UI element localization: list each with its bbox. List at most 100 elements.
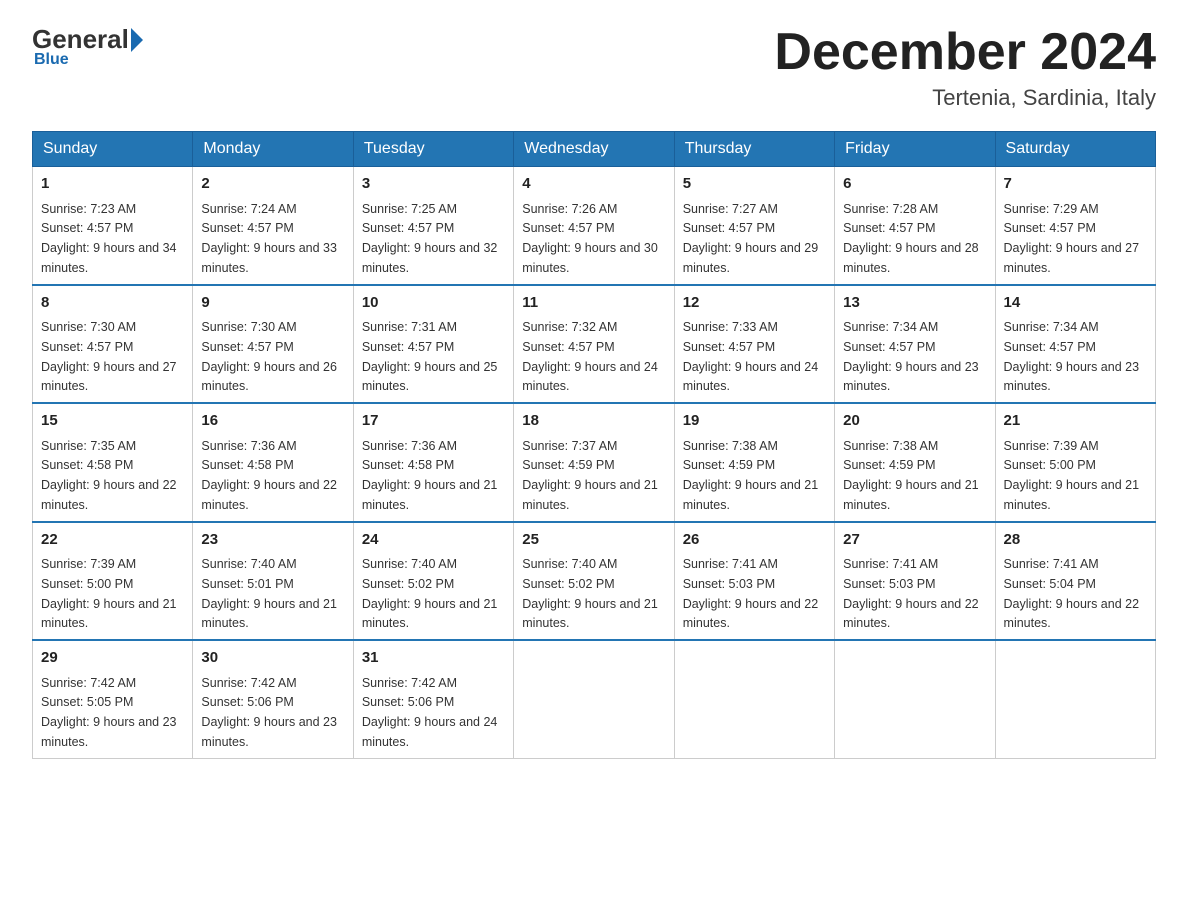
day-info: Sunrise: 7:33 AMSunset: 4:57 PMDaylight:…: [683, 320, 819, 393]
day-number: 25: [522, 529, 665, 552]
day-number: 26: [683, 529, 826, 552]
day-number: 22: [41, 529, 184, 552]
calendar-cell: 19 Sunrise: 7:38 AMSunset: 4:59 PMDaylig…: [674, 403, 834, 522]
day-info: Sunrise: 7:28 AMSunset: 4:57 PMDaylight:…: [843, 202, 979, 275]
day-info: Sunrise: 7:41 AMSunset: 5:04 PMDaylight:…: [1004, 557, 1140, 630]
day-info: Sunrise: 7:31 AMSunset: 4:57 PMDaylight:…: [362, 320, 498, 393]
weekday-header-sunday: Sunday: [33, 132, 193, 167]
calendar-cell: 11 Sunrise: 7:32 AMSunset: 4:57 PMDaylig…: [514, 285, 674, 404]
calendar-cell: 1 Sunrise: 7:23 AMSunset: 4:57 PMDayligh…: [33, 167, 193, 285]
day-number: 18: [522, 410, 665, 433]
calendar-cell: 4 Sunrise: 7:26 AMSunset: 4:57 PMDayligh…: [514, 167, 674, 285]
day-info: Sunrise: 7:37 AMSunset: 4:59 PMDaylight:…: [522, 439, 658, 512]
day-info: Sunrise: 7:42 AMSunset: 5:05 PMDaylight:…: [41, 676, 177, 749]
day-number: 11: [522, 292, 665, 315]
location-subtitle: Tertenia, Sardinia, Italy: [774, 85, 1156, 111]
calendar-cell: 27 Sunrise: 7:41 AMSunset: 5:03 PMDaylig…: [835, 522, 995, 641]
weekday-header-friday: Friday: [835, 132, 995, 167]
day-info: Sunrise: 7:36 AMSunset: 4:58 PMDaylight:…: [362, 439, 498, 512]
day-info: Sunrise: 7:30 AMSunset: 4:57 PMDaylight:…: [41, 320, 177, 393]
weekday-header-wednesday: Wednesday: [514, 132, 674, 167]
calendar-cell: 28 Sunrise: 7:41 AMSunset: 5:04 PMDaylig…: [995, 522, 1155, 641]
calendar-cell: 13 Sunrise: 7:34 AMSunset: 4:57 PMDaylig…: [835, 285, 995, 404]
day-number: 28: [1004, 529, 1147, 552]
calendar-cell: 8 Sunrise: 7:30 AMSunset: 4:57 PMDayligh…: [33, 285, 193, 404]
day-info: Sunrise: 7:24 AMSunset: 4:57 PMDaylight:…: [201, 202, 337, 275]
calendar-cell: 21 Sunrise: 7:39 AMSunset: 5:00 PMDaylig…: [995, 403, 1155, 522]
day-info: Sunrise: 7:38 AMSunset: 4:59 PMDaylight:…: [843, 439, 979, 512]
calendar-week-5: 29 Sunrise: 7:42 AMSunset: 5:05 PMDaylig…: [33, 640, 1156, 758]
day-info: Sunrise: 7:36 AMSunset: 4:58 PMDaylight:…: [201, 439, 337, 512]
day-info: Sunrise: 7:34 AMSunset: 4:57 PMDaylight:…: [1004, 320, 1140, 393]
calendar-header: SundayMondayTuesdayWednesdayThursdayFrid…: [33, 132, 1156, 167]
title-block: December 2024 Tertenia, Sardinia, Italy: [774, 24, 1156, 111]
calendar-week-1: 1 Sunrise: 7:23 AMSunset: 4:57 PMDayligh…: [33, 167, 1156, 285]
weekday-header-monday: Monday: [193, 132, 353, 167]
day-info: Sunrise: 7:40 AMSunset: 5:02 PMDaylight:…: [362, 557, 498, 630]
calendar-body: 1 Sunrise: 7:23 AMSunset: 4:57 PMDayligh…: [33, 167, 1156, 759]
day-info: Sunrise: 7:27 AMSunset: 4:57 PMDaylight:…: [683, 202, 819, 275]
calendar-cell: 15 Sunrise: 7:35 AMSunset: 4:58 PMDaylig…: [33, 403, 193, 522]
calendar-cell: [514, 640, 674, 758]
logo-arrow-icon: [131, 28, 143, 52]
day-number: 15: [41, 410, 184, 433]
day-number: 17: [362, 410, 505, 433]
day-number: 29: [41, 647, 184, 670]
calendar-cell: 30 Sunrise: 7:42 AMSunset: 5:06 PMDaylig…: [193, 640, 353, 758]
day-info: Sunrise: 7:26 AMSunset: 4:57 PMDaylight:…: [522, 202, 658, 275]
day-number: 9: [201, 292, 344, 315]
weekday-header-saturday: Saturday: [995, 132, 1155, 167]
day-number: 16: [201, 410, 344, 433]
day-info: Sunrise: 7:32 AMSunset: 4:57 PMDaylight:…: [522, 320, 658, 393]
calendar-cell: 9 Sunrise: 7:30 AMSunset: 4:57 PMDayligh…: [193, 285, 353, 404]
calendar-cell: 23 Sunrise: 7:40 AMSunset: 5:01 PMDaylig…: [193, 522, 353, 641]
day-info: Sunrise: 7:39 AMSunset: 5:00 PMDaylight:…: [1004, 439, 1140, 512]
calendar-week-4: 22 Sunrise: 7:39 AMSunset: 5:00 PMDaylig…: [33, 522, 1156, 641]
calendar-cell: 29 Sunrise: 7:42 AMSunset: 5:05 PMDaylig…: [33, 640, 193, 758]
calendar-week-2: 8 Sunrise: 7:30 AMSunset: 4:57 PMDayligh…: [33, 285, 1156, 404]
page-title: December 2024: [774, 24, 1156, 81]
day-number: 2: [201, 173, 344, 196]
calendar-cell: 25 Sunrise: 7:40 AMSunset: 5:02 PMDaylig…: [514, 522, 674, 641]
day-info: Sunrise: 7:42 AMSunset: 5:06 PMDaylight:…: [201, 676, 337, 749]
calendar-cell: 12 Sunrise: 7:33 AMSunset: 4:57 PMDaylig…: [674, 285, 834, 404]
calendar-cell: 17 Sunrise: 7:36 AMSunset: 4:58 PMDaylig…: [353, 403, 513, 522]
calendar-cell: 31 Sunrise: 7:42 AMSunset: 5:06 PMDaylig…: [353, 640, 513, 758]
day-info: Sunrise: 7:29 AMSunset: 4:57 PMDaylight:…: [1004, 202, 1140, 275]
day-number: 5: [683, 173, 826, 196]
day-info: Sunrise: 7:40 AMSunset: 5:01 PMDaylight:…: [201, 557, 337, 630]
calendar-cell: 14 Sunrise: 7:34 AMSunset: 4:57 PMDaylig…: [995, 285, 1155, 404]
day-number: 3: [362, 173, 505, 196]
day-number: 21: [1004, 410, 1147, 433]
calendar-cell: 26 Sunrise: 7:41 AMSunset: 5:03 PMDaylig…: [674, 522, 834, 641]
day-number: 4: [522, 173, 665, 196]
calendar-cell: [674, 640, 834, 758]
calendar-cell: [995, 640, 1155, 758]
day-info: Sunrise: 7:39 AMSunset: 5:00 PMDaylight:…: [41, 557, 177, 630]
calendar-cell: 6 Sunrise: 7:28 AMSunset: 4:57 PMDayligh…: [835, 167, 995, 285]
calendar-cell: 20 Sunrise: 7:38 AMSunset: 4:59 PMDaylig…: [835, 403, 995, 522]
calendar-table: SundayMondayTuesdayWednesdayThursdayFrid…: [32, 131, 1156, 759]
day-number: 1: [41, 173, 184, 196]
day-number: 27: [843, 529, 986, 552]
day-info: Sunrise: 7:41 AMSunset: 5:03 PMDaylight:…: [843, 557, 979, 630]
day-info: Sunrise: 7:34 AMSunset: 4:57 PMDaylight:…: [843, 320, 979, 393]
calendar-cell: 18 Sunrise: 7:37 AMSunset: 4:59 PMDaylig…: [514, 403, 674, 522]
calendar-cell: 3 Sunrise: 7:25 AMSunset: 4:57 PMDayligh…: [353, 167, 513, 285]
day-number: 19: [683, 410, 826, 433]
day-info: Sunrise: 7:41 AMSunset: 5:03 PMDaylight:…: [683, 557, 819, 630]
day-number: 13: [843, 292, 986, 315]
day-info: Sunrise: 7:23 AMSunset: 4:57 PMDaylight:…: [41, 202, 177, 275]
day-info: Sunrise: 7:25 AMSunset: 4:57 PMDaylight:…: [362, 202, 498, 275]
calendar-cell: 22 Sunrise: 7:39 AMSunset: 5:00 PMDaylig…: [33, 522, 193, 641]
weekday-header-tuesday: Tuesday: [353, 132, 513, 167]
page-header: General Blue December 2024 Tertenia, Sar…: [32, 24, 1156, 111]
weekday-header-thursday: Thursday: [674, 132, 834, 167]
day-number: 8: [41, 292, 184, 315]
calendar-cell: 10 Sunrise: 7:31 AMSunset: 4:57 PMDaylig…: [353, 285, 513, 404]
calendar-cell: 7 Sunrise: 7:29 AMSunset: 4:57 PMDayligh…: [995, 167, 1155, 285]
calendar-cell: 16 Sunrise: 7:36 AMSunset: 4:58 PMDaylig…: [193, 403, 353, 522]
day-info: Sunrise: 7:40 AMSunset: 5:02 PMDaylight:…: [522, 557, 658, 630]
logo: General Blue: [32, 24, 145, 69]
calendar-cell: [835, 640, 995, 758]
